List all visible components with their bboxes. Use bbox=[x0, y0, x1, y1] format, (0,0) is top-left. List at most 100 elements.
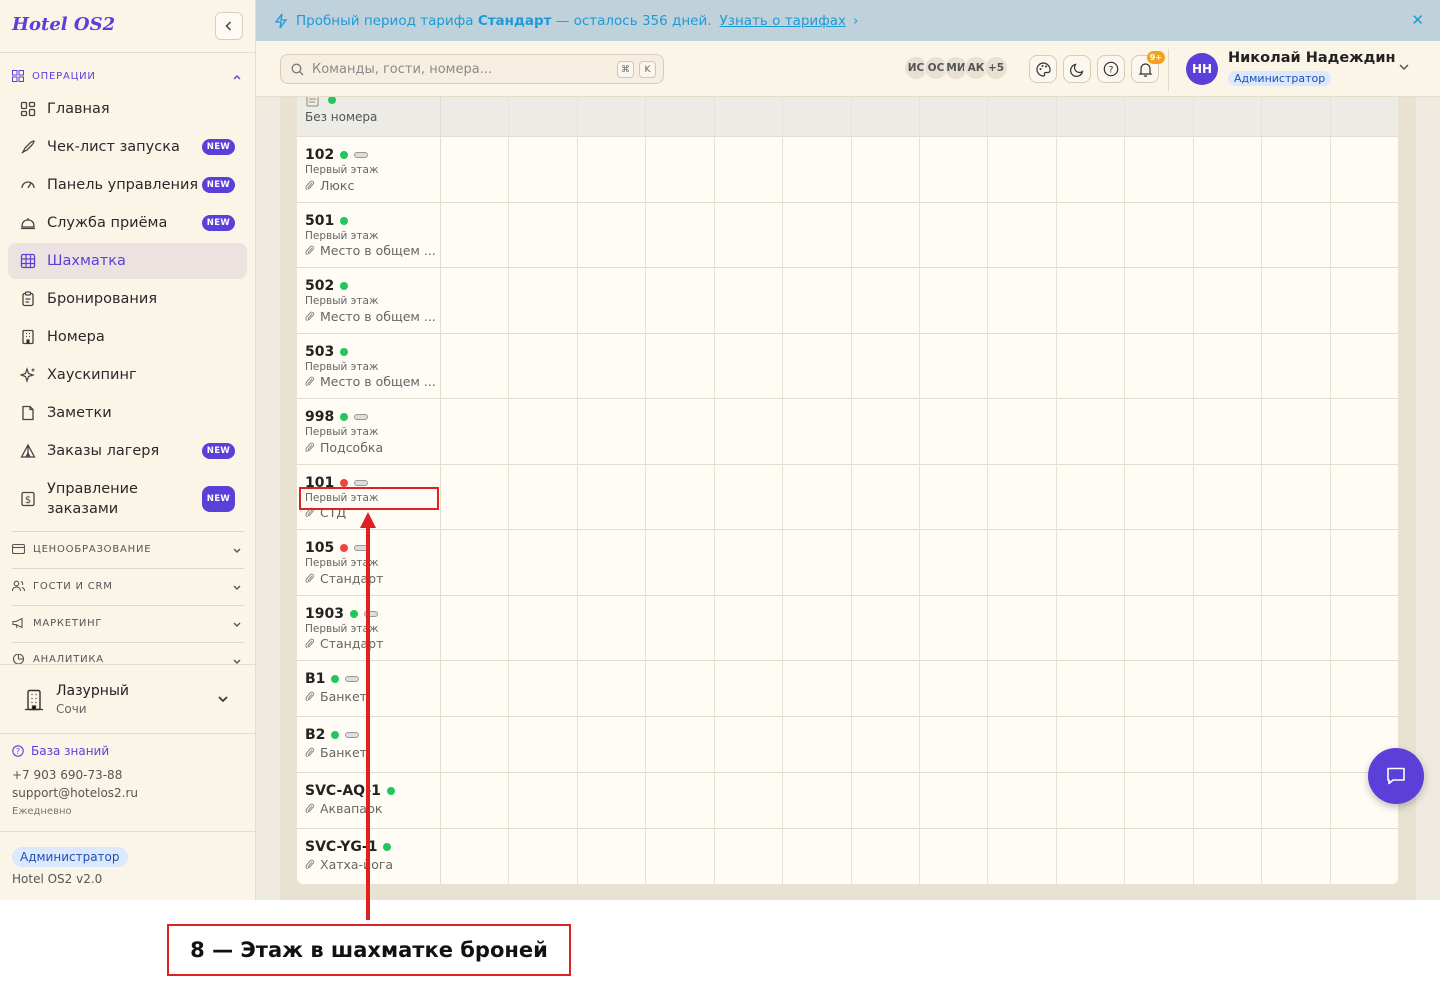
online-users[interactable]: ИС ОС МИ АК +5 bbox=[904, 56, 1008, 80]
status-pill bbox=[354, 480, 369, 486]
sidebar-item-label-line2: заказами bbox=[47, 501, 119, 517]
divider bbox=[12, 568, 244, 569]
sidebar-item-launch-checklist[interactable]: Чек-лист запуска NEW bbox=[8, 129, 247, 165]
paperclip-icon bbox=[305, 245, 315, 256]
svg-text:?: ? bbox=[16, 747, 20, 756]
chat-button[interactable] bbox=[1368, 748, 1424, 804]
collapse-sidebar-button[interactable] bbox=[215, 12, 243, 40]
paperclip-icon bbox=[305, 376, 315, 387]
app-version: Hotel OS2 v2.0 bbox=[12, 872, 103, 886]
search-input[interactable] bbox=[312, 61, 602, 77]
chessboard-grid: Без номера 102 Первый этаж Люкс 501 Перв… bbox=[297, 97, 1398, 884]
sidebar-item-notes[interactable]: Заметки bbox=[8, 395, 247, 431]
day-column-line bbox=[1330, 97, 1331, 884]
sidebar-item-label: Заказы лагеря bbox=[47, 443, 160, 459]
status-pill bbox=[354, 152, 369, 158]
room-cell[interactable]: 502 Первый этаж Место в общем ... bbox=[297, 268, 441, 333]
section-pricing[interactable]: ЦЕНООБРАЗОВАНИЕ bbox=[12, 543, 244, 555]
room-cell[interactable]: 501 Первый этаж Место в общем ... bbox=[297, 203, 441, 267]
sidebar-item-order-management[interactable]: $ Управление заказами NEW bbox=[8, 475, 247, 523]
room-floor: Первый этаж bbox=[305, 230, 379, 242]
section-guests-crm[interactable]: ГОСТИ И CRM bbox=[12, 580, 244, 592]
paperclip-icon bbox=[305, 311, 315, 322]
chessboard-container: Без номера 102 Первый этаж Люкс 501 Перв… bbox=[280, 97, 1416, 900]
sidebar-item-label: Номера bbox=[47, 329, 105, 345]
unassigned-label: Без номера bbox=[305, 110, 378, 124]
command-search[interactable]: ⌘ K bbox=[280, 54, 664, 84]
chevron-down-icon[interactable] bbox=[1398, 61, 1410, 73]
sparkles-icon bbox=[20, 367, 35, 383]
section-operations-label: ОПЕРАЦИИ bbox=[32, 70, 96, 82]
annotation-arrow bbox=[366, 526, 370, 920]
new-badge: NEW bbox=[201, 177, 235, 193]
room-number: 1903 bbox=[305, 606, 344, 622]
section-operations[interactable]: ОПЕРАЦИИ bbox=[12, 70, 244, 82]
sidebar-item-label: Управление заказами bbox=[47, 479, 138, 519]
sidebar-item-label: Служба приёма bbox=[47, 215, 168, 231]
user-name[interactable]: Николай Надеждин bbox=[1228, 50, 1396, 66]
sidebar-item-rooms[interactable]: Номера bbox=[8, 319, 247, 355]
new-badge: NEW bbox=[201, 139, 235, 155]
close-banner-icon[interactable]: ✕ bbox=[1411, 11, 1424, 29]
room-type: Стандарт bbox=[320, 636, 384, 651]
status-dot bbox=[386, 787, 395, 795]
sidebar-item-home[interactable]: Главная bbox=[8, 91, 247, 127]
section-analytics[interactable]: АНАЛИТИКА bbox=[12, 654, 244, 664]
room-floor: Первый этаж bbox=[305, 361, 379, 373]
building-icon bbox=[25, 689, 43, 711]
pricing-link[interactable]: Узнать о тарифах bbox=[720, 13, 846, 29]
section-marketing[interactable]: МАРКЕТИНГ bbox=[12, 617, 244, 629]
room-type: Аквапарк bbox=[320, 801, 383, 816]
knowledge-base-link[interactable]: ? База знаний bbox=[12, 744, 109, 758]
room-type: Хатха-йога bbox=[320, 857, 394, 872]
room-cell[interactable]: 503 Первый этаж Место в общем ... bbox=[297, 334, 441, 398]
hotel-city: Сочи bbox=[56, 702, 87, 716]
room-floor: Первый этаж bbox=[305, 426, 379, 438]
support-phone[interactable]: +7 903 690-73-88 bbox=[12, 768, 122, 782]
clipboard-icon bbox=[22, 291, 34, 307]
sidebar-item-control-panel[interactable]: Панель управления NEW bbox=[8, 167, 247, 203]
paperclip-icon bbox=[305, 859, 315, 870]
hotel-switcher[interactable]: Лазурный Сочи bbox=[0, 664, 256, 734]
notifications-button[interactable]: 9+ bbox=[1131, 51, 1165, 83]
dark-mode-button[interactable] bbox=[1063, 55, 1091, 83]
section-marketing-label: МАРКЕТИНГ bbox=[33, 617, 103, 629]
divider bbox=[12, 531, 244, 532]
help-button[interactable]: ? bbox=[1097, 55, 1125, 83]
status-dot bbox=[340, 217, 349, 225]
day-column-line bbox=[714, 97, 715, 884]
sidebar-item-housekeeping[interactable]: Хаускипинг bbox=[8, 357, 247, 393]
divider bbox=[12, 605, 244, 606]
table-row: B1 Банкет bbox=[297, 661, 1398, 717]
search-icon bbox=[291, 63, 304, 75]
grid-icon bbox=[20, 253, 36, 269]
room-cell[interactable]: 102 Первый этаж Люкс bbox=[297, 137, 441, 202]
sidebar-item-label: Панель управления bbox=[47, 177, 199, 193]
app-logo[interactable]: Hotel OS2 bbox=[12, 14, 115, 35]
support-email[interactable]: support@hotelos2.ru bbox=[12, 786, 138, 800]
table-row: 1903 Первый этаж Стандарт bbox=[297, 596, 1398, 661]
status-dot bbox=[340, 282, 349, 290]
chevron-right-icon: › bbox=[853, 12, 859, 29]
table-row: B2 Банкет bbox=[297, 717, 1398, 773]
sidebar-item-camp-orders[interactable]: Заказы лагеря NEW bbox=[8, 433, 247, 469]
theme-palette-button[interactable] bbox=[1029, 55, 1057, 83]
room-type: Место в общем ... bbox=[320, 309, 436, 324]
note-icon bbox=[22, 405, 34, 421]
room-type: Место в общем ... bbox=[320, 243, 436, 258]
day-column-line bbox=[782, 97, 783, 884]
rocket-icon bbox=[21, 140, 35, 154]
app-root: Hotel OS2 ОПЕРАЦИИ Главная Чек-лист запу… bbox=[0, 0, 1440, 900]
sidebar-item-front-desk[interactable]: Служба приёма NEW bbox=[8, 205, 247, 241]
sidebar-item-bookings[interactable]: Бронирования bbox=[8, 281, 247, 317]
sidebar-item-chessboard[interactable]: Шахматка bbox=[8, 243, 247, 279]
table-row-unassigned: Без номера bbox=[297, 97, 1398, 137]
room-cell[interactable]: 998 Первый этаж Подсобка bbox=[297, 399, 441, 464]
status-dot bbox=[331, 731, 340, 739]
shortcut-key-k: K bbox=[639, 61, 656, 78]
room-type: Место в общем ... bbox=[320, 374, 436, 389]
room-type: Люкс bbox=[320, 178, 355, 193]
day-column-line bbox=[1056, 97, 1057, 884]
more-users-count[interactable]: +5 bbox=[984, 56, 1008, 80]
user-avatar[interactable]: НН bbox=[1186, 53, 1218, 85]
